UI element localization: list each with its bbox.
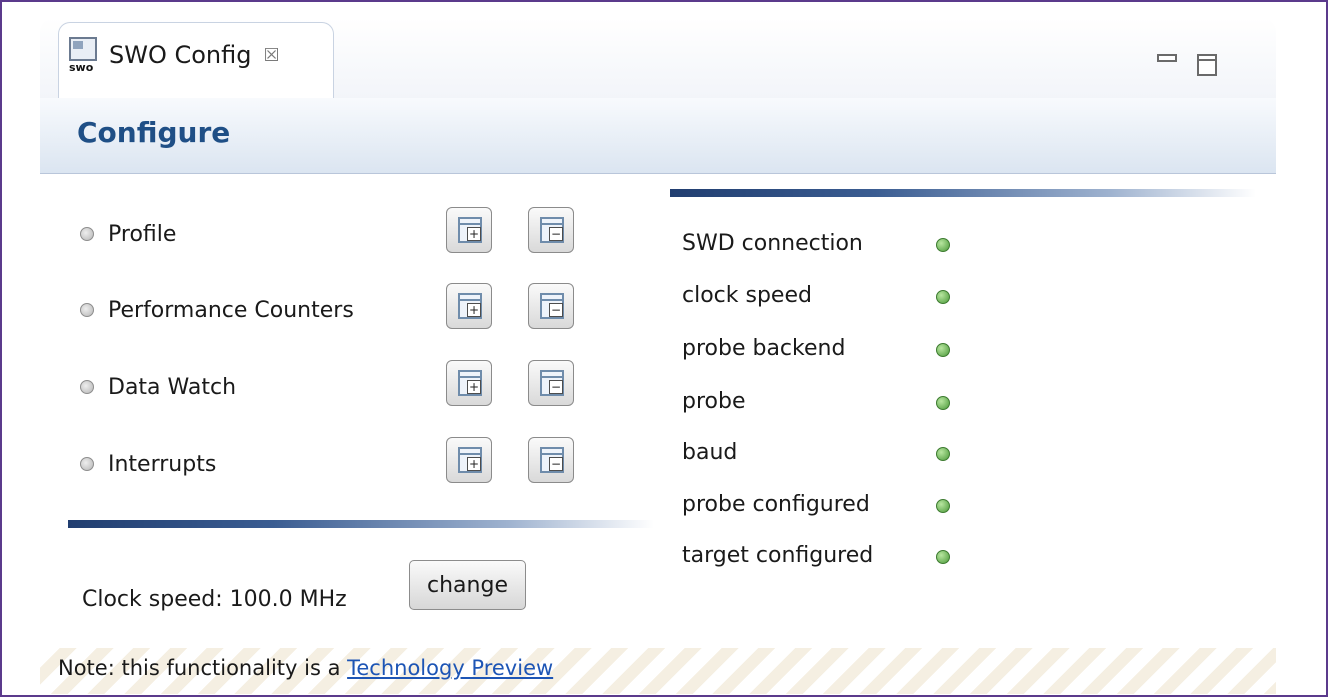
feature-row-profile: Profile (80, 214, 176, 254)
status-ok-icon (936, 290, 950, 304)
status-label: SWD connection (682, 230, 863, 256)
window-add-icon: + (467, 380, 481, 394)
status-row-baud: baud (682, 435, 737, 469)
status-ok-icon (936, 550, 950, 564)
feature-label: Performance Counters (108, 297, 354, 323)
interrupts-remove-button[interactable]: − (528, 437, 574, 483)
interrupts-add-button[interactable]: + (446, 437, 492, 483)
profile-remove-button[interactable]: − (528, 207, 574, 253)
note-prefix: Note: this functionality is a (58, 656, 348, 680)
status-ok-icon (936, 396, 950, 410)
feature-row-performance-counters: Performance Counters (80, 290, 354, 330)
feature-label: Profile (108, 221, 177, 247)
feature-row-interrupts: Interrupts (80, 444, 216, 484)
clock-section-separator (68, 520, 654, 528)
data-watch-add-button[interactable]: + (446, 360, 492, 406)
status-row-probe: probe (682, 384, 746, 418)
status-label: baud (682, 439, 738, 465)
status-indicator-icon (80, 303, 94, 317)
maximize-icon[interactable] (1197, 54, 1217, 76)
status-label: probe backend (682, 335, 846, 361)
status-ok-icon (936, 499, 950, 513)
status-ok-icon (936, 447, 950, 461)
performance-counters-remove-button[interactable]: − (528, 283, 574, 329)
form-body (40, 175, 1276, 645)
feature-label: Interrupts (108, 451, 217, 477)
change-clock-button[interactable]: change (409, 560, 526, 610)
clock-speed-label: Clock speed: 100.0 MHz (82, 587, 347, 612)
window-remove-icon: − (549, 227, 563, 241)
feature-row-data-watch: Data Watch (80, 367, 236, 407)
technology-preview-link[interactable]: Technology Preview (347, 656, 553, 680)
window-remove-icon: − (549, 303, 563, 317)
technology-preview-note: Note: this functionality is a Technology… (58, 656, 553, 680)
status-row-clock-speed: clock speed (682, 278, 812, 312)
status-indicator-icon (80, 457, 94, 471)
swo-config-view: swo SWO Config ☒ Configure Profile + − P… (40, 18, 1276, 694)
window-add-icon: + (467, 303, 481, 317)
page-title: Configure (77, 116, 231, 149)
window-remove-icon: − (549, 457, 563, 471)
status-label: target configured (682, 542, 874, 568)
status-ok-icon (936, 238, 950, 252)
status-label: probe configured (682, 491, 870, 517)
status-row-target-configured: target configured (682, 538, 873, 572)
swo-icon: swo (69, 37, 103, 75)
tab-label: SWO Config (109, 41, 252, 69)
status-section-separator (670, 189, 1256, 197)
status-indicator-icon (80, 227, 94, 241)
performance-counters-add-button[interactable]: + (446, 283, 492, 329)
status-label: probe (682, 388, 746, 414)
window-add-icon: + (467, 457, 481, 471)
close-icon[interactable]: ☒ (264, 45, 280, 66)
minimize-icon[interactable] (1157, 54, 1177, 62)
status-indicator-icon (80, 380, 94, 394)
feature-label: Data Watch (108, 374, 237, 400)
status-row-probe-backend: probe backend (682, 331, 845, 365)
status-row-probe-configured: probe configured (682, 487, 870, 521)
window-add-icon: + (467, 227, 481, 241)
status-label: clock speed (682, 282, 812, 308)
data-watch-remove-button[interactable]: − (528, 360, 574, 406)
swo-icon-text: swo (69, 61, 94, 74)
profile-add-button[interactable]: + (446, 207, 492, 253)
window-remove-icon: − (549, 380, 563, 394)
status-row-swd-connection: SWD connection (682, 226, 863, 260)
status-ok-icon (936, 343, 950, 357)
